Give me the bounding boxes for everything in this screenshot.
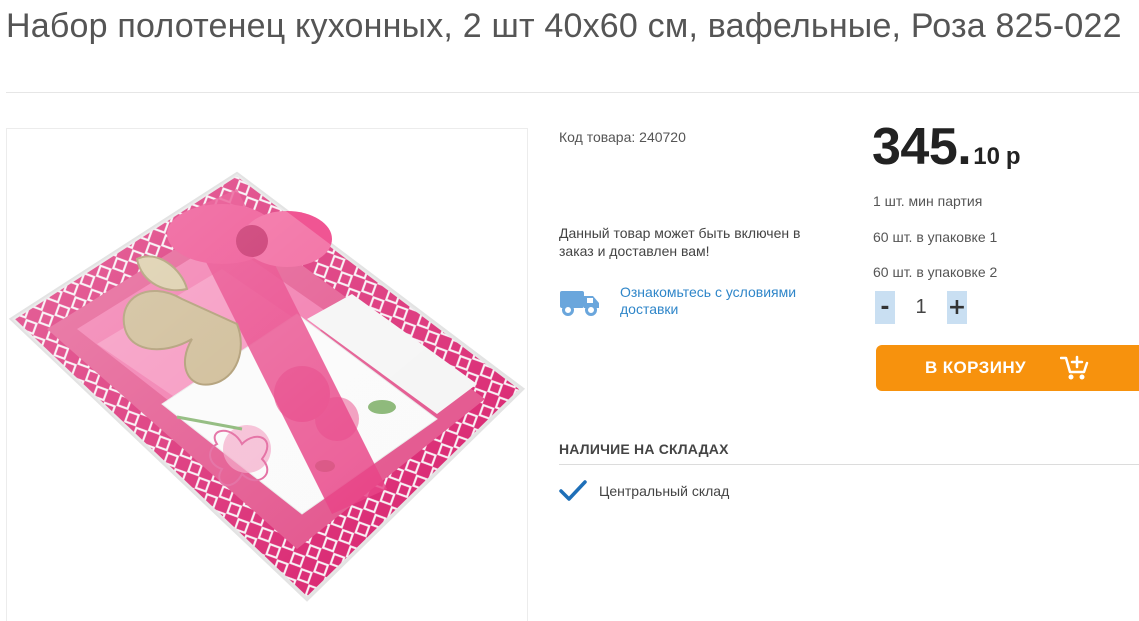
price-main: 345. [872,118,972,176]
stock-divider [559,464,1139,465]
title-divider [6,92,1139,93]
delivery-terms-link[interactable]: Ознакомьтесь с условиями доставки [620,284,800,318]
price: 345.10 р [872,117,1021,177]
delivery-info: Ознакомьтесь с условиями доставки [559,284,800,318]
page-title: Набор полотенец кухонных, 2 шт 40х60 см,… [6,7,1122,45]
stock-heading: НАЛИЧИЕ НА СКЛАДАХ [559,441,729,457]
qty-increase-button[interactable]: + [947,291,967,324]
cart-add-icon [1060,355,1089,380]
qty-decrease-button[interactable]: - [875,291,895,324]
quantity-stepper: - + [875,291,967,324]
add-to-cart-button[interactable]: В КОРЗИНУ [876,345,1139,391]
product-photo-illustration [8,171,526,602]
price-fraction: 10 [973,143,1000,170]
pack-size-1: 60 шт. в упаковке 1 [873,229,998,245]
min-batch: 1 шт. мин партия [873,193,983,209]
truck-icon [560,291,599,316]
check-icon [559,480,587,501]
price-currency: р [1005,143,1021,170]
qty-input[interactable] [895,291,947,324]
sku-code: Код товара: 240720 [559,129,686,145]
add-to-cart-label: В КОРЗИНУ [924,358,1027,377]
warehouse-name: Центральный склад [599,483,730,499]
pack-size-2: 60 шт. в упаковке 2 [873,264,998,280]
warehouse-row: Центральный склад [559,479,729,503]
availability-note: Данный товар может быть включен в заказ … [559,225,801,259]
product-image[interactable] [6,128,528,621]
